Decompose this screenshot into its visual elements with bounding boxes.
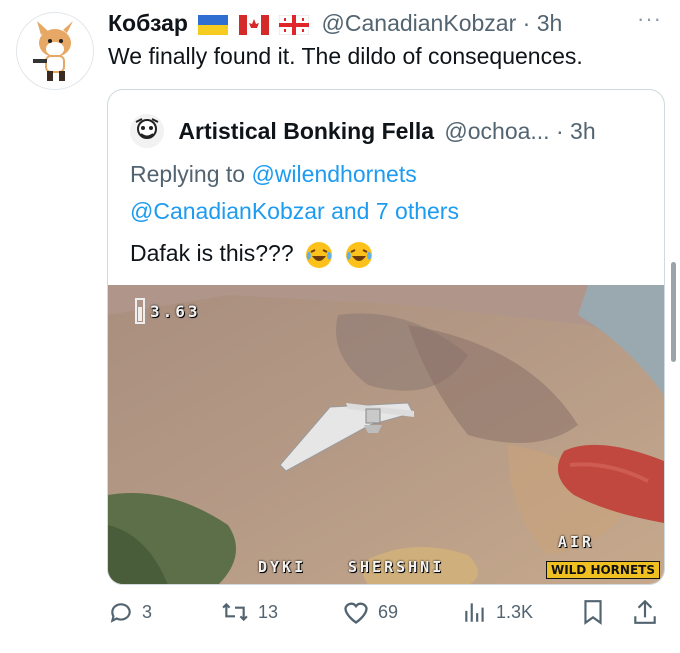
scrollbar[interactable]	[671, 262, 676, 362]
repost-count: 13	[258, 601, 279, 622]
replying-to-line: Replying to @wilendhornets @CanadianKobz…	[130, 156, 459, 230]
more-options-icon[interactable]: ···	[637, 6, 662, 32]
others-link[interactable]: and 7 others	[331, 198, 459, 224]
share-icon	[634, 599, 656, 624]
like-button[interactable]: 69	[342, 592, 398, 632]
tweet-header: Кобзар @CanadianKobzar · 3h	[108, 8, 668, 38]
share-button[interactable]	[632, 592, 666, 632]
quote-timestamp: 3h	[570, 117, 596, 144]
osd-caption-left: DYKI	[258, 558, 307, 576]
others-handle-link[interactable]: @CanadianKobzar	[130, 198, 325, 224]
ukraine-flag-icon	[198, 14, 229, 35]
timestamp[interactable]: 3h	[537, 10, 563, 36]
action-bar: 3 13 69 1.3K	[108, 592, 668, 632]
heart-icon	[344, 602, 368, 624]
quote-text-body: Dafak is this???	[130, 240, 294, 266]
bookmark-icon	[584, 600, 602, 625]
author-handle[interactable]: @CanadianKobzar	[322, 10, 517, 36]
repost-button[interactable]: 13	[220, 592, 278, 632]
quoted-tweet[interactable]: Artistical Bonking Fella @ochoa... · 3h …	[107, 89, 665, 585]
reply-count: 3	[142, 601, 153, 622]
georgia-flag-icon	[279, 14, 310, 35]
wild-hornets-badge: WILD HORNETS	[545, 561, 660, 579]
laughing-tears-emoji-icon	[346, 241, 373, 268]
quote-text: Dafak is this???	[130, 236, 374, 270]
replying-prefix: Replying to	[130, 161, 246, 187]
like-count: 69	[378, 601, 399, 622]
video-media[interactable]: 3.63 AIR DYKI SHERSHNI WILD HORNETS	[108, 285, 664, 584]
views-chart-icon	[465, 603, 484, 622]
tweet-text: We finally found it. The dildo of conseq…	[108, 43, 583, 69]
canada-flag-icon	[238, 14, 269, 35]
reply-button[interactable]: 3	[108, 592, 152, 632]
laughing-tears-emoji-icon	[306, 241, 333, 268]
quote-avatar	[130, 113, 164, 148]
bookmark-button[interactable]	[580, 592, 614, 632]
replying-to-link[interactable]: @wilendhornets	[251, 161, 416, 187]
osd-air: AIR	[557, 533, 594, 551]
osd-caption-right: SHERSHNI	[348, 558, 445, 576]
separator-dot: ·	[522, 10, 531, 36]
quote-author-name: Artistical Bonking Fella	[178, 117, 434, 144]
author-name[interactable]: Кобзар	[108, 10, 188, 36]
osd-voltage: 3.63	[150, 302, 201, 321]
repost-icon	[222, 602, 248, 622]
views-button[interactable]: 1.3K	[462, 592, 533, 632]
quote-author-handle: @ochoa...	[444, 117, 550, 144]
quote-header: Artistical Bonking Fella @ochoa... · 3h	[130, 112, 596, 148]
author-avatar[interactable]	[16, 12, 94, 90]
reply-icon	[110, 603, 131, 623]
views-count: 1.3K	[496, 601, 534, 622]
quote-separator-dot: ·	[555, 117, 564, 144]
